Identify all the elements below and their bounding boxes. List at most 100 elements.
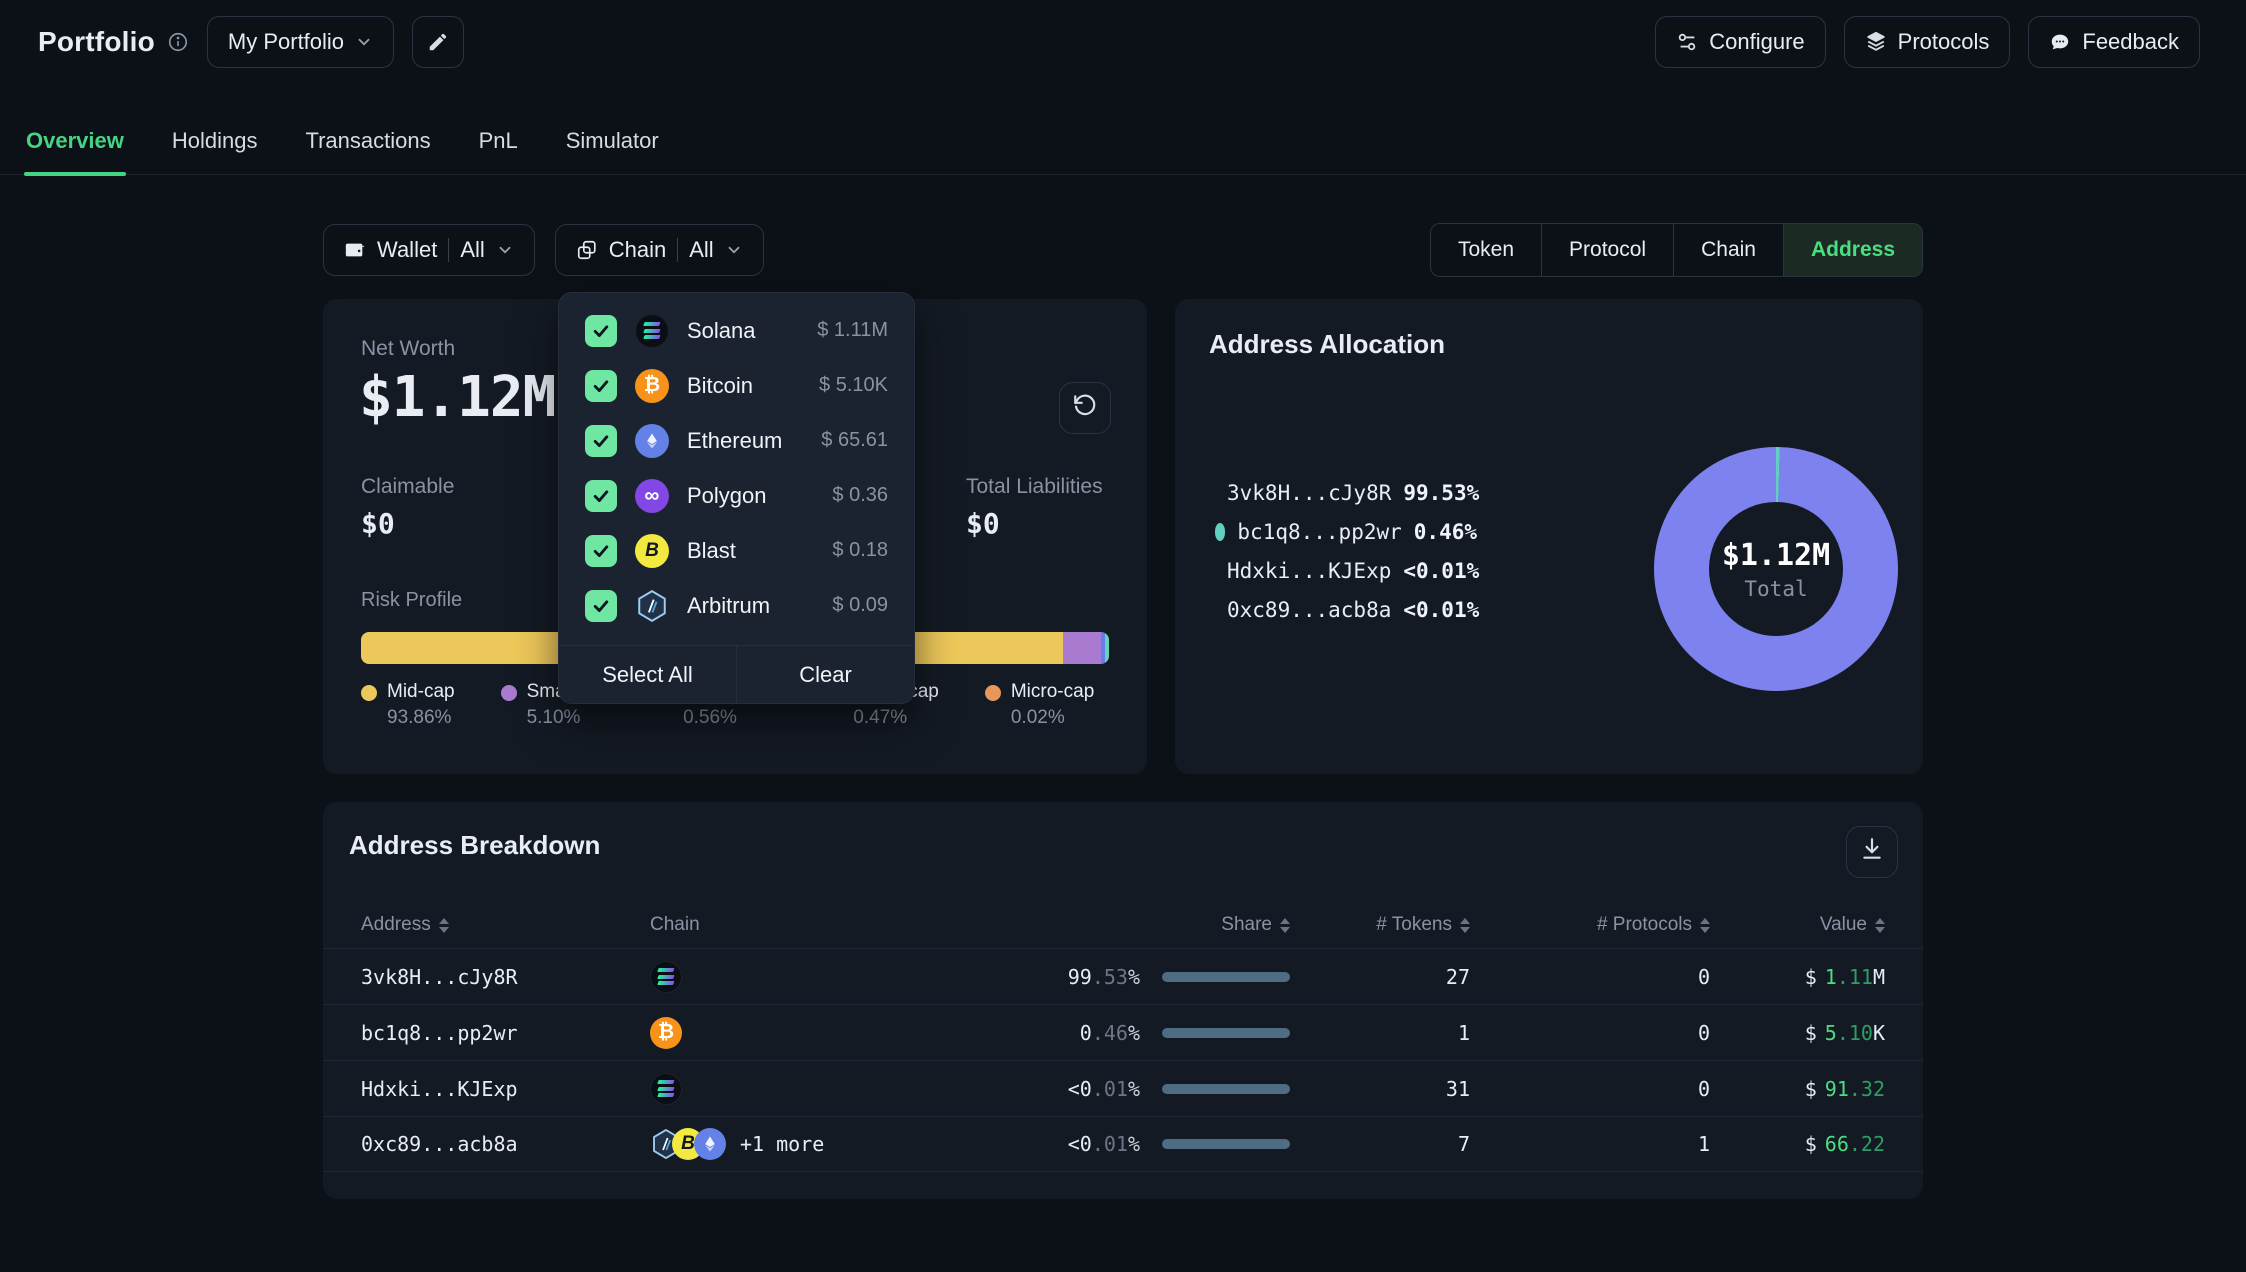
chain-filter-button[interactable]: Chain All (555, 224, 764, 276)
column-header-value[interactable]: Value (1710, 914, 1885, 936)
chain-option-bitcoin[interactable]: ₿ Bitcoin $ 5.10K (559, 358, 914, 413)
configure-button[interactable]: Configure (1655, 16, 1825, 68)
allocation-address: 3vk8H...cJy8R (1227, 481, 1391, 505)
tab-pnl[interactable]: PnL (477, 118, 520, 174)
column-header-address[interactable]: Address (361, 914, 650, 936)
chain-option-polygon[interactable]: ∞Polygon$ 0.36 (559, 468, 914, 523)
column-header-tokens[interactable]: # Tokens (1290, 914, 1470, 936)
cell-address: 0xc89...acb8a (361, 1132, 650, 1156)
chain-dropdown-menu: Solana$ 1.11M ₿ Bitcoin $ 5.10K Ethereum$ 65… (558, 292, 915, 704)
portfolio-selector[interactable]: My Portfolio (207, 16, 394, 68)
checkbox-checked[interactable] (585, 370, 617, 402)
cell-tokens: 27 (1290, 965, 1470, 989)
breakdown-table: AddressChainShare# Tokens# ProtocolsValu… (323, 902, 1923, 1172)
allocation-address: 0xc89...acb8a (1227, 598, 1391, 622)
wallet-filter-label: Wallet (377, 237, 437, 263)
solana-icon (650, 1073, 682, 1105)
chain-option-label: Bitcoin (687, 373, 753, 399)
clear-button[interactable]: Clear (736, 646, 914, 703)
cell-protocols: 1 (1470, 1132, 1710, 1156)
export-button[interactable] (1846, 826, 1898, 878)
cell-share-bar (1140, 1139, 1290, 1149)
tab-label: Simulator (566, 128, 659, 153)
table-row[interactable]: 0xc89...acb8aB+1 more<0.01%71$66.22 (323, 1116, 1923, 1172)
cell-value: $5.10K (1710, 1021, 1885, 1045)
cell-chain (650, 1073, 955, 1105)
allocation-legend-item: 0xc89...acb8a<0.01% (1215, 598, 1477, 622)
checkbox-checked[interactable] (585, 425, 617, 457)
edit-portfolio-button[interactable] (412, 16, 464, 68)
checkbox-checked[interactable] (585, 535, 617, 567)
view-tab-protocol[interactable]: Protocol (1541, 224, 1673, 276)
table-body: 3vk8H...cJy8R99.53%270$1.11Mbc1q8...pp2w… (323, 948, 1923, 1172)
chain-option-value: $ 1.11M (817, 319, 888, 342)
feedback-button[interactable]: Feedback (2028, 16, 2200, 68)
more-chains-label: +1 more (740, 1132, 824, 1156)
tab-holdings[interactable]: Holdings (170, 118, 260, 174)
cell-share-bar (1140, 972, 1290, 982)
select-all-button[interactable]: Select All (559, 646, 736, 703)
checkbox-checked[interactable] (585, 315, 617, 347)
donut-total-value: $1.12M (1722, 538, 1830, 573)
share-bar-track (1162, 972, 1290, 982)
cell-value: $1.11M (1710, 965, 1885, 989)
tab-overview[interactable]: Overview (24, 118, 126, 174)
checkbox-checked[interactable] (585, 480, 617, 512)
info-icon[interactable] (167, 31, 189, 53)
divider (448, 238, 449, 262)
chain-option-value: $ 0.18 (832, 539, 888, 562)
chain-option-label: Arbitrum (687, 593, 770, 619)
configure-icon (1676, 31, 1698, 53)
polygon-icon: ∞ (635, 479, 669, 513)
allocation-legend: 3vk8H...cJy8R99.53%bc1q8...pp2wr0.46%Hdx… (1215, 481, 1477, 622)
cell-share: <0.01% (955, 1077, 1140, 1101)
cell-protocols: 0 (1470, 1077, 1710, 1101)
tab-transactions[interactable]: Transactions (303, 118, 432, 174)
risk-legend-value: 93.86% (387, 707, 455, 729)
net-worth-label: Net Worth (361, 337, 455, 361)
column-header-protocols[interactable]: # Protocols (1470, 914, 1710, 936)
risk-legend-value: 0.02% (1011, 707, 1094, 729)
bitcoin-icon: ₿ (635, 369, 669, 403)
table-row[interactable]: bc1q8...pp2wr₿0.46%10$5.10K (323, 1004, 1923, 1060)
chain-option-arbitrum[interactable]: Arbitrum$ 0.09 (559, 578, 914, 633)
sort-icon (1460, 918, 1470, 933)
share-bar-track (1162, 1028, 1290, 1038)
allocation-address: bc1q8...pp2wr (1237, 520, 1401, 544)
configure-label: Configure (1709, 29, 1804, 55)
tab-label: Holdings (172, 128, 258, 153)
refresh-icon (1072, 392, 1098, 424)
view-tab-chain[interactable]: Chain (1673, 224, 1783, 276)
table-row[interactable]: Hdxki...KJExp<0.01%310$91.32 (323, 1060, 1923, 1116)
chain-option-solana[interactable]: Solana$ 1.11M (559, 303, 914, 358)
refresh-button[interactable] (1059, 382, 1111, 434)
active-tab-underline (24, 172, 126, 176)
donut-total-label: Total (1744, 577, 1807, 601)
column-header-share[interactable]: Share (955, 914, 1290, 936)
chain-option-value: $ 5.10K (819, 374, 888, 397)
legend-dot (361, 685, 377, 701)
view-tab-address[interactable]: Address (1783, 224, 1922, 276)
checkbox-checked[interactable] (585, 590, 617, 622)
legend-dot (1215, 523, 1225, 541)
chain-icon-stack (650, 961, 682, 993)
protocols-button[interactable]: Protocols (1844, 16, 2011, 68)
allocation-legend-item: 3vk8H...cJy8R99.53% (1215, 481, 1477, 505)
claimable-label: Claimable (361, 475, 454, 499)
sort-icon (439, 918, 449, 933)
risk-legend-label: Mid-cap (387, 681, 455, 703)
bitcoin-icon: ₿ (650, 1017, 682, 1049)
legend-dot (985, 685, 1001, 701)
view-tab-token[interactable]: Token (1431, 224, 1541, 276)
wallet-filter-button[interactable]: Wallet All (323, 224, 535, 276)
feedback-icon (2049, 31, 2071, 53)
table-row[interactable]: 3vk8H...cJy8R99.53%270$1.11M (323, 948, 1923, 1004)
cell-share-bar (1140, 1028, 1290, 1038)
cell-address: bc1q8...pp2wr (361, 1021, 650, 1045)
tab-simulator[interactable]: Simulator (564, 118, 661, 174)
allocation-address: Hdxki...KJExp (1227, 559, 1391, 583)
chain-option-ethereum[interactable]: Ethereum$ 65.61 (559, 413, 914, 468)
chain-option-blast[interactable]: BBlast$ 0.18 (559, 523, 914, 578)
donut-center: $1.12M Total (1709, 502, 1843, 636)
legend-dot (501, 685, 517, 701)
